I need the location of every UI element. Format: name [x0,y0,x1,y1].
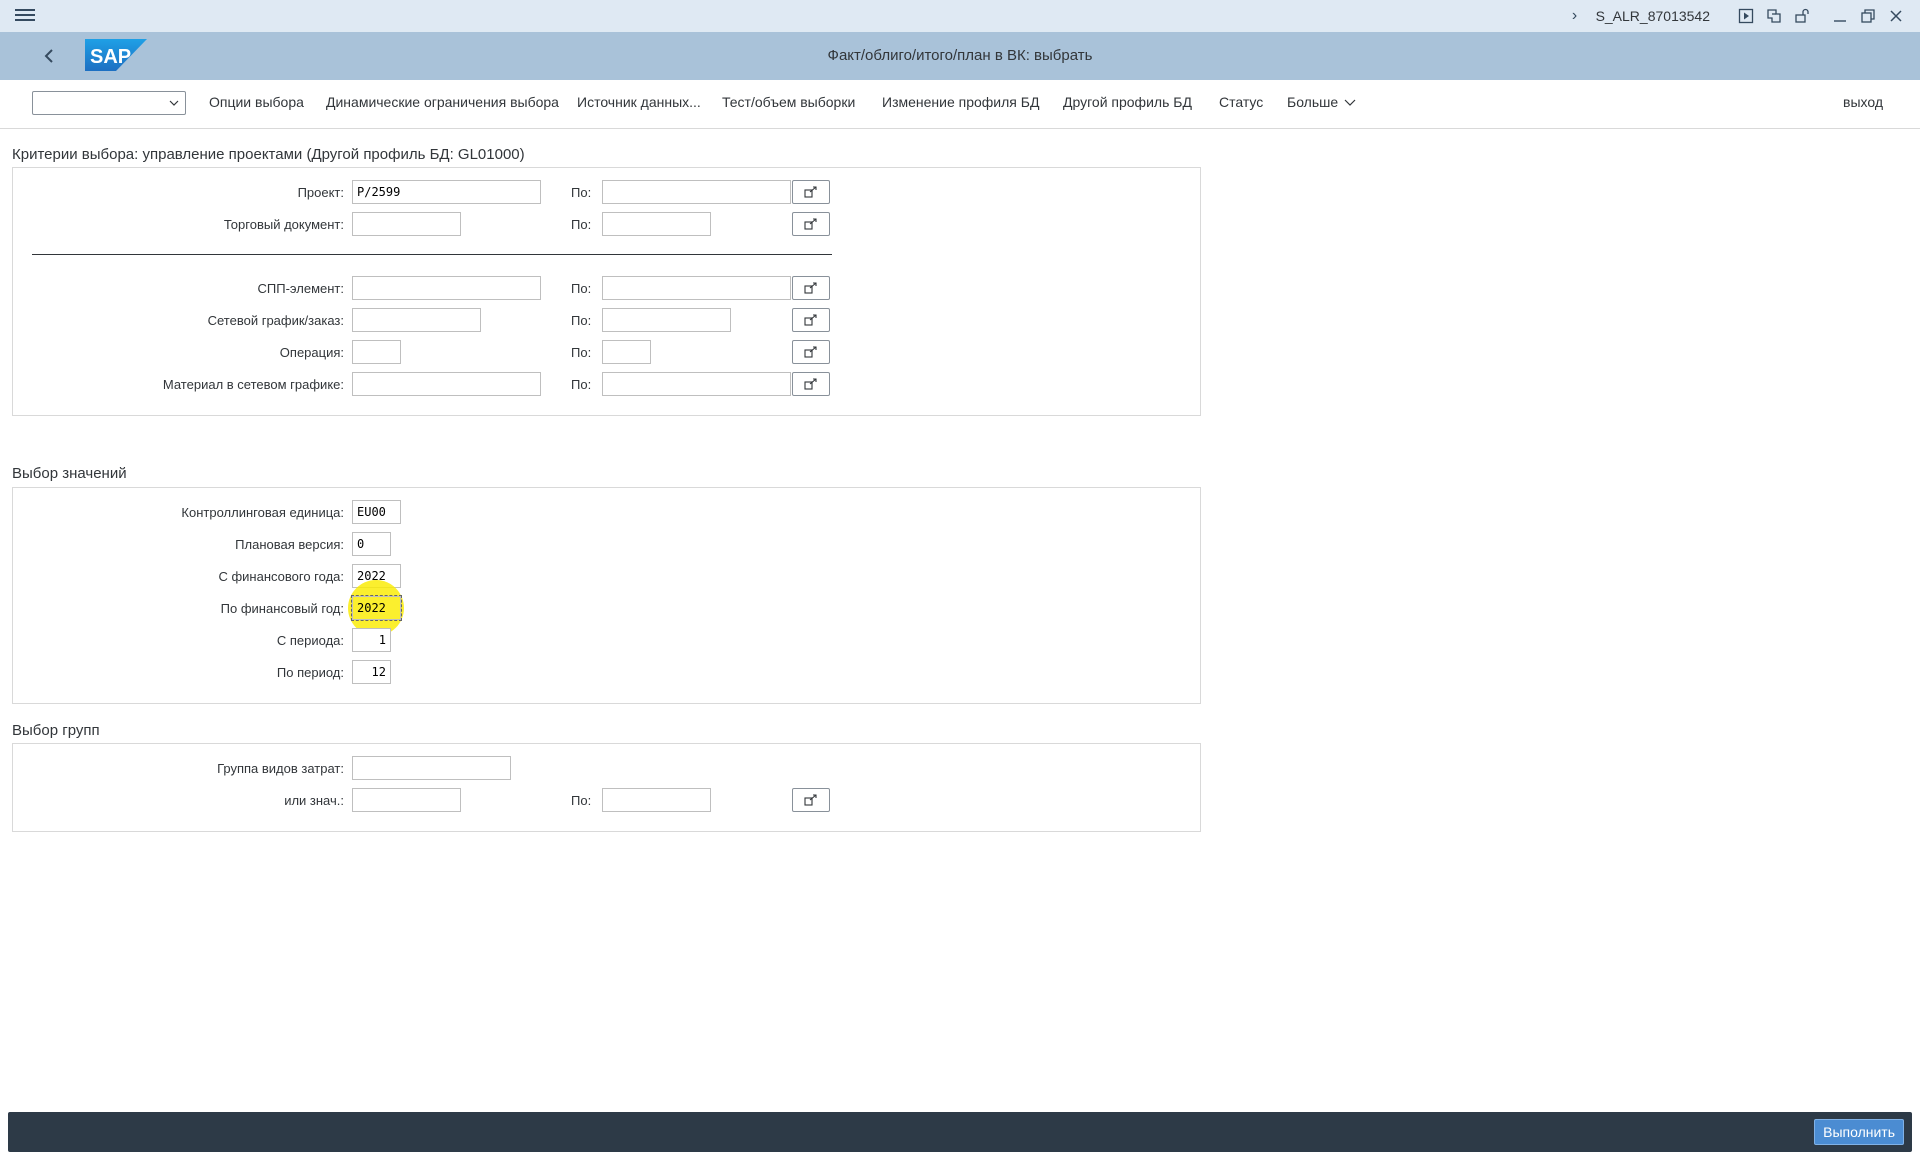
to-fiscal-year-label: По финансовый год: [220,601,344,616]
to-label: По: [571,345,592,360]
unlock-icon[interactable] [1788,5,1816,27]
sales-document-to-input[interactable] [602,212,711,236]
multiple-selection-icon [804,218,817,230]
from-fiscal-year-input[interactable]: 2022 [352,564,401,588]
multiple-selection-button[interactable] [792,340,830,364]
toolbar-test-selection[interactable]: Тест/объем выборки [722,94,855,110]
hamburger-menu-icon[interactable] [15,6,35,26]
variant-dropdown[interactable] [32,91,186,115]
exit-button[interactable]: выход [1843,94,1883,110]
toolbar-status[interactable]: Статус [1219,94,1263,110]
toolbar-other-db-profile[interactable]: Другой профиль БД [1063,94,1192,110]
to-label: По: [571,793,592,808]
multiple-selection-icon [804,186,817,198]
from-fiscal-year-label: С финансового года: [218,569,344,584]
footer-bar: Выполнить [8,1112,1912,1152]
wbs-element-label: СПП-элемент: [257,281,344,296]
to-period-input[interactable]: 12 [352,660,391,684]
application-toolbar: Опции выбора Динамические ограничения вы… [0,80,1920,129]
more-label: Больше [1287,94,1339,110]
plan-version-input[interactable]: 0 [352,532,391,556]
from-period-input[interactable]: 1 [352,628,391,652]
chevron-down-icon [1344,99,1356,107]
page-title: Факт/облиго/итого/план в ВК: выбрать [827,47,1093,64]
play-icon[interactable] [1732,5,1760,27]
restore-icon[interactable] [1854,5,1882,27]
cost-element-group-label: Группа видов затрат: [217,761,344,776]
separator-line [32,254,832,255]
plan-version-label: Плановая версия: [235,537,344,552]
to-label: По: [571,281,592,296]
close-icon[interactable] [1882,5,1910,27]
window-titlebar: › S_ALR_87013542 [0,0,1920,32]
multiple-selection-icon [804,346,817,358]
transaction-code: S_ALR_87013542 [1595,8,1710,24]
to-label: По: [571,217,592,232]
operation-label: Операция: [279,345,344,360]
execute-button[interactable]: Выполнить [1814,1119,1904,1145]
multiple-selection-icon [804,378,817,390]
multiple-selection-button[interactable] [792,212,830,236]
to-label: По: [571,185,592,200]
multiple-selection-icon [804,794,817,806]
minimize-icon[interactable] [1826,5,1854,27]
network-material-from-input[interactable] [352,372,541,396]
or-value-label: или знач.: [284,793,344,808]
multiple-selection-button[interactable] [792,372,830,396]
sales-document-label: Торговый документ: [223,217,344,232]
criteria-section-title: Критерии выбора: управление проектами (Д… [12,146,525,163]
multiple-selection-button[interactable] [792,308,830,332]
network-material-to-input[interactable] [602,372,791,396]
chevron-down-icon [169,100,179,106]
multiple-selection-button[interactable] [792,788,830,812]
network-order-to-input[interactable] [602,308,731,332]
toolbar-selection-options[interactable]: Опции выбора [209,94,304,110]
shell-header: SAP Факт/облиго/итого/план в ВК: выбрать [0,32,1920,80]
controlling-area-input[interactable]: EU00 [352,500,401,524]
toolbar-data-source[interactable]: Источник данных... [577,94,701,110]
toolbar-change-db-profile[interactable]: Изменение профиля БД [882,94,1039,110]
groups-section-title: Выбор групп [12,722,100,739]
from-period-label: С периода: [276,633,344,648]
project-label: Проект: [297,185,344,200]
to-label: По: [571,377,592,392]
to-period-label: По период: [276,665,344,680]
to-label: По: [571,313,592,328]
network-order-label: Сетевой график/заказ: [207,313,344,328]
toolbar-more-menu[interactable]: Больше [1287,94,1356,110]
or-value-from-input[interactable] [352,788,461,812]
cost-element-group-input[interactable] [352,756,511,780]
multiple-selection-button[interactable] [792,276,830,300]
project-to-input[interactable] [602,180,791,204]
wbs-element-to-input[interactable] [602,276,791,300]
network-material-label: Материал в сетевом графике: [162,377,344,392]
operation-from-input[interactable] [352,340,401,364]
wbs-element-from-input[interactable] [352,276,541,300]
multiple-selection-icon [804,314,817,326]
chevron-right-icon[interactable]: › [1566,7,1584,25]
or-value-to-input[interactable] [602,788,711,812]
multiple-selection-icon [804,282,817,294]
operation-to-input[interactable] [602,340,651,364]
toolbar-dynamic-selections[interactable]: Динамические ограничения выбора [326,94,559,110]
to-fiscal-year-input[interactable]: 2022 [351,595,402,621]
sales-document-from-input[interactable] [352,212,461,236]
controlling-area-label: Контроллинговая единица: [181,505,344,520]
network-order-from-input[interactable] [352,308,481,332]
project-from-input[interactable]: P/2599 [352,180,541,204]
multiple-selection-button[interactable] [792,180,830,204]
layout-icon[interactable] [1760,5,1788,27]
values-section-title: Выбор значений [12,465,127,482]
